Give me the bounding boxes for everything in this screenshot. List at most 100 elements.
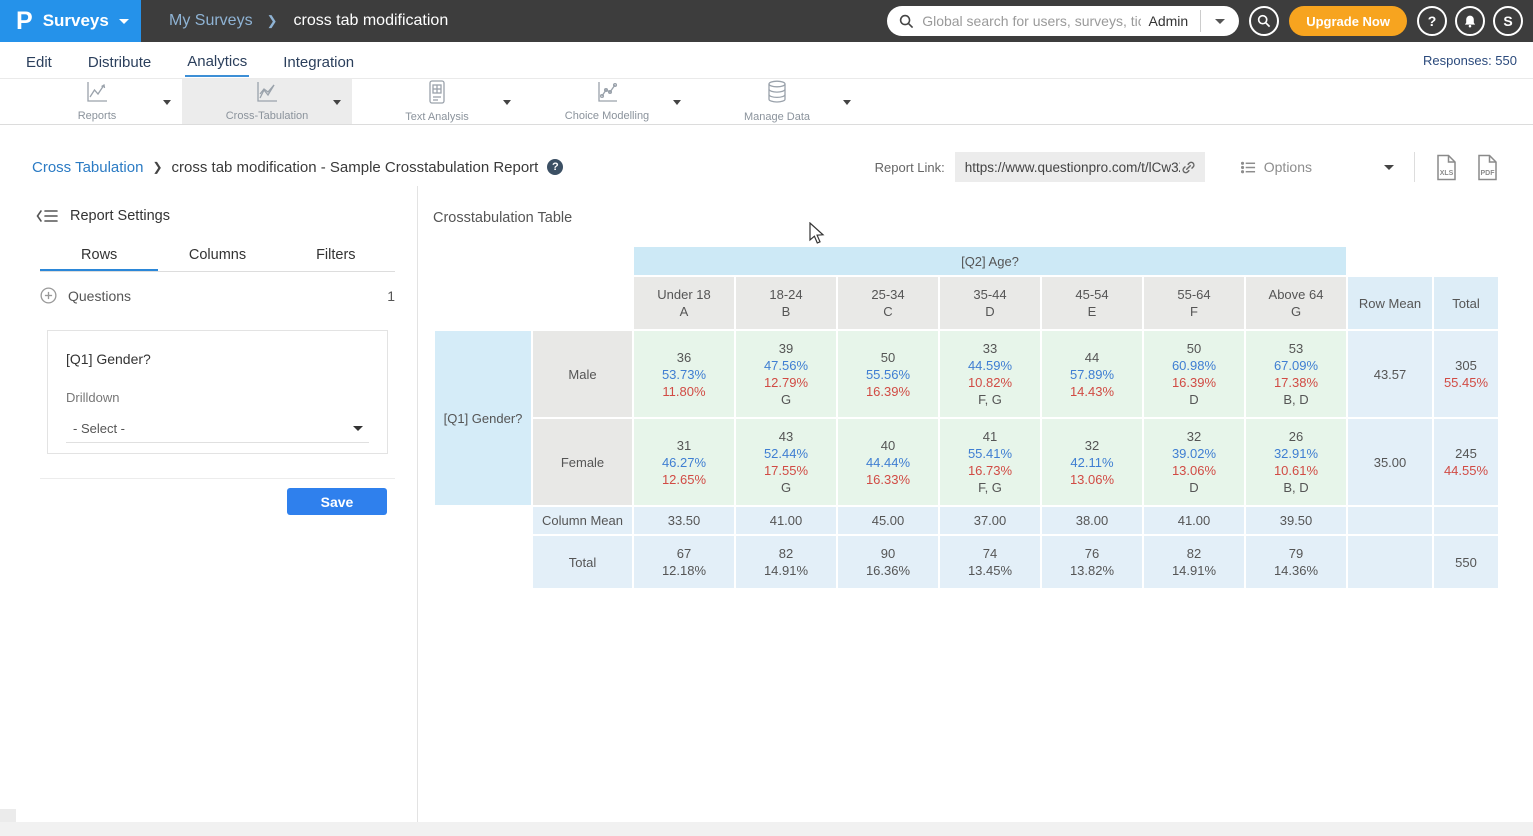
cell-total-pct: 13.06%	[1042, 471, 1142, 488]
line-chart-icon	[85, 81, 109, 108]
drilldown-label: Drilldown	[66, 390, 369, 405]
column-total-cell: 8214.91%	[1144, 536, 1244, 588]
cell-count: 50	[838, 349, 938, 366]
add-question-icon[interactable]	[40, 287, 57, 304]
export-xls-icon[interactable]: XLS	[1435, 154, 1458, 181]
link-icon[interactable]	[1180, 159, 1197, 176]
toolbar-item-manage-data[interactable]: Manage Data	[692, 79, 862, 124]
nav-tab-analytics[interactable]: Analytics	[185, 44, 249, 77]
help-button[interactable]: ?	[1417, 6, 1447, 36]
cell-total-pct: 44.55%	[1434, 462, 1498, 479]
column-mean-cell: 33.50	[634, 507, 734, 534]
options-menu[interactable]: Options	[1241, 159, 1394, 175]
nav-tab-edit[interactable]: Edit	[24, 45, 54, 76]
cell-sig-letters: G	[736, 391, 836, 408]
age-column-letter: B	[736, 303, 836, 320]
total-header: Total	[1434, 277, 1498, 329]
chevron-down-icon[interactable]	[843, 100, 851, 105]
spacer-cell	[1434, 247, 1498, 275]
grand-total-cell: 550	[1434, 536, 1498, 588]
toolbar-item-reports[interactable]: Reports	[12, 79, 182, 124]
crosstab-data-cell: 4155.41%16.73%F, G	[940, 419, 1040, 505]
drilldown-select[interactable]: - Select -	[66, 415, 369, 443]
product-switcher[interactable]: P Surveys	[0, 0, 141, 42]
gender-row-label: Male	[533, 331, 632, 417]
spacer-cell	[435, 277, 632, 329]
cell-count: 79	[1246, 545, 1346, 562]
row-mean-cell: 35.00	[1348, 419, 1432, 505]
collapse-panel-icon[interactable]	[36, 208, 58, 224]
survey-nav: EditDistributeAnalyticsIntegration Respo…	[0, 42, 1533, 79]
cell-count: 39	[736, 340, 836, 357]
cell-total-pct: 55.45%	[1434, 374, 1498, 391]
search-button[interactable]	[1249, 6, 1279, 36]
upgrade-now-button[interactable]: Upgrade Now	[1289, 6, 1407, 36]
cell-total-pct: 17.55%	[736, 462, 836, 479]
analytics-toolbar: ReportsCross-TabulationText Analysis Choi…	[0, 79, 1533, 125]
cell-count: 44	[1042, 349, 1142, 366]
chevron-down-icon[interactable]	[163, 100, 171, 105]
global-search: Admin	[887, 6, 1239, 36]
search-input[interactable]	[922, 13, 1140, 29]
column-mean-cell: 37.00	[940, 507, 1040, 534]
toolbar-item-cross-tabulation[interactable]: Cross-Tabulation	[182, 79, 352, 124]
empty-cell	[1434, 507, 1498, 534]
questionpro-logo-icon: P	[16, 9, 33, 34]
toolbar-item-text-analysis[interactable]: Text Analysis	[352, 79, 522, 124]
nav-tab-distribute[interactable]: Distribute	[86, 45, 153, 76]
cell-total-pct: 16.33%	[838, 471, 938, 488]
account-avatar[interactable]: S	[1493, 6, 1523, 36]
column-total-cell: 7413.45%	[940, 536, 1040, 588]
age-column-label: Above 64	[1246, 286, 1346, 303]
cell-count: 41	[940, 428, 1040, 445]
cell-count: 31	[634, 437, 734, 454]
cell-pct: 16.36%	[838, 562, 938, 579]
toolbar-item-label: Choice Modelling	[565, 110, 649, 122]
save-button[interactable]: Save	[287, 488, 387, 515]
svg-text:XLS: XLS	[1440, 170, 1454, 177]
report-help-icon[interactable]: ?	[547, 159, 563, 175]
cell-sig-letters: B, D	[1246, 479, 1346, 496]
question-mark-icon: ?	[1428, 13, 1437, 29]
age-column-header: 55-64F	[1144, 277, 1244, 329]
cell-count: 26	[1246, 428, 1346, 445]
breadcrumb-my-surveys[interactable]: My Surveys	[169, 12, 253, 30]
cell-sig-letters: F, G	[940, 391, 1040, 408]
age-column-letter: A	[634, 303, 734, 320]
tab-filters[interactable]: Filters	[277, 243, 395, 271]
chevron-down-icon[interactable]	[503, 100, 511, 105]
nav-tab-integration[interactable]: Integration	[281, 45, 356, 76]
export-pdf-icon[interactable]: PDF	[1476, 154, 1499, 181]
tab-columns[interactable]: Columns	[158, 243, 276, 271]
report-link-label: Report Link:	[875, 160, 945, 175]
cell-col-pct: 46.27%	[634, 454, 734, 471]
chevron-down-icon[interactable]	[119, 19, 129, 24]
tab-rows[interactable]: Rows	[40, 243, 158, 271]
column-mean-cell: 39.50	[1246, 507, 1346, 534]
cell-count: 305	[1434, 357, 1498, 374]
mouse-cursor	[808, 222, 826, 246]
search-scope-value[interactable]: Admin	[1149, 13, 1189, 29]
crosstab-section-title: Crosstabulation Table	[433, 210, 572, 226]
crosstab-data-cell: 3947.56%12.79%G	[736, 331, 836, 417]
cell-col-pct: 47.56%	[736, 357, 836, 374]
cross-tabulation-link[interactable]: Cross Tabulation	[32, 159, 143, 176]
notifications-button[interactable]	[1455, 6, 1485, 36]
breadcrumb-separator: ❯	[267, 13, 278, 29]
crosstab-data-cell: 4352.44%17.55%G	[736, 419, 836, 505]
cell-total-pct: 13.06%	[1144, 462, 1244, 479]
toolbar-item-choice-modelling[interactable]: Choice Modelling	[522, 79, 692, 124]
column-total-cell: 8214.91%	[736, 536, 836, 588]
chevron-down-icon[interactable]	[1384, 165, 1394, 170]
crosstab-chart-icon	[255, 81, 279, 108]
crosstab-data-cell: 3344.59%10.82%F, G	[940, 331, 1040, 417]
chevron-down-icon[interactable]	[1215, 19, 1225, 24]
chevron-down-icon[interactable]	[673, 100, 681, 105]
report-link-box[interactable]: https://www.questionpro.com/t/lCw3Zc	[955, 152, 1205, 182]
horizontal-scrollbar[interactable]	[0, 822, 1533, 836]
cell-total-pct: 12.79%	[736, 374, 836, 391]
cell-sig-letters: F, G	[940, 479, 1040, 496]
empty-cell	[1348, 536, 1432, 588]
chevron-down-icon[interactable]	[333, 100, 341, 105]
column-total-cell: 6712.18%	[634, 536, 734, 588]
